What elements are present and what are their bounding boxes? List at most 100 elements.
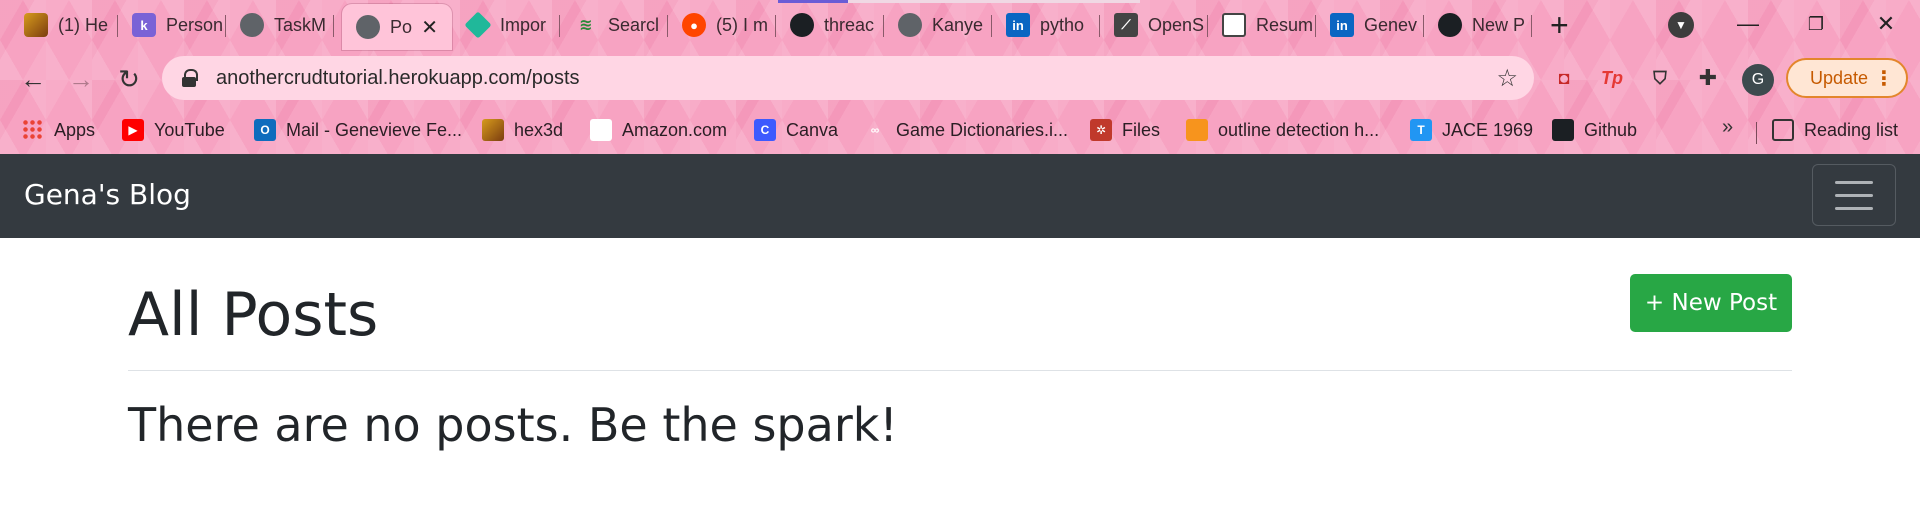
new-tab-button[interactable]: + — [1550, 6, 1569, 44]
tab-search-icon[interactable]: ▼ — [1668, 12, 1694, 38]
tab-label: pytho — [1040, 14, 1085, 35]
tab-13[interactable]: in Genev — [1316, 6, 1424, 44]
tab-loading-track — [848, 0, 1140, 3]
tab-label: OpenS — [1148, 14, 1205, 35]
tab-label: Impor — [500, 14, 547, 35]
extensions-puzzle-icon[interactable]: ✚ — [1692, 62, 1724, 94]
tab-4-active[interactable]: Po ✕ — [342, 4, 452, 50]
game-icon: ∞ — [870, 123, 880, 137]
reload-icon[interactable]: ↻ — [112, 62, 146, 96]
reddit-icon: ● — [682, 13, 706, 37]
bookmark-amazon[interactable]: a Amazon.com — [590, 116, 727, 144]
linkedin-icon: in — [1330, 13, 1354, 37]
bookmark-label: hex3d — [514, 119, 564, 140]
resume-icon — [1222, 13, 1246, 37]
bookmark-apps[interactable]: Apps — [22, 116, 95, 144]
tab-label: Person — [166, 14, 224, 35]
bookmark-mail[interactable]: O Mail - Genevieve Fe... — [254, 116, 462, 144]
document-icon: ⟋ — [1114, 13, 1138, 37]
bookmark-youtube[interactable]: ▶ YouTube — [122, 116, 225, 144]
forward-arrow-icon[interactable]: → — [64, 62, 98, 96]
tab-label: Kanye — [932, 14, 984, 35]
bookmark-hex3d[interactable]: hex3d — [482, 116, 563, 144]
tab-5[interactable]: Impor — [452, 6, 560, 44]
close-tab-icon[interactable]: ✕ — [421, 15, 438, 40]
tp-extension-icon[interactable]: Tp — [1596, 62, 1628, 94]
tab-strip: (1) He k Person TaskM Po ✕ Impor ≋ Searc… — [0, 0, 1920, 50]
minimize-icon[interactable]: — — [1718, 4, 1778, 44]
canva-icon: C — [754, 119, 776, 141]
tab-6[interactable]: ≋ Searcl — [560, 6, 668, 44]
tab-11[interactable]: ⟋ OpenS — [1100, 6, 1208, 44]
hamburger-icon — [1835, 181, 1873, 184]
navbar-toggler-button[interactable] — [1812, 164, 1896, 226]
pocket-extension-icon[interactable]: ◘ — [1548, 62, 1580, 94]
tab-10[interactable]: in pytho — [992, 6, 1100, 44]
amazon-icon: a — [590, 119, 612, 141]
tab-3[interactable]: TaskM — [226, 6, 334, 44]
bookmark-label: Files — [1122, 119, 1161, 140]
tab-12[interactable]: Resum — [1208, 6, 1316, 44]
bookmark-label: Canva — [786, 119, 839, 140]
reading-list-label: Reading list — [1804, 119, 1899, 140]
globe-icon — [898, 13, 922, 37]
update-button-label: Update — [1810, 67, 1869, 88]
tab-label: TaskM — [274, 14, 327, 35]
tab-2[interactable]: k Person — [118, 6, 226, 44]
new-post-button[interactable]: + New Post — [1630, 274, 1792, 332]
linkedin-icon: in — [1006, 13, 1030, 37]
tab-label: New P — [1472, 14, 1526, 35]
tab-14[interactable]: New P — [1424, 6, 1532, 44]
bookmark-label: outline detection h... — [1218, 119, 1380, 140]
tab-label: (1) He — [58, 14, 109, 35]
address-bar-url[interactable]: anothercrudtutorial.herokuapp.com/posts — [216, 67, 580, 90]
bookmark-github[interactable]: Github — [1552, 116, 1637, 144]
reading-list[interactable]: Reading list — [1772, 116, 1898, 144]
bookmark-game-dictionaries[interactable]: ∞ Game Dictionaries.i... — [864, 116, 1068, 144]
window-close-icon[interactable]: ✕ — [1856, 4, 1916, 44]
browser-chrome: (1) He k Person TaskM Po ✕ Impor ≋ Searc… — [0, 0, 1920, 154]
book-icon — [1186, 119, 1208, 141]
outlook-icon: O — [254, 119, 276, 141]
github-icon — [1438, 13, 1462, 37]
k-icon: k — [132, 13, 156, 37]
tab-8[interactable]: threac — [776, 6, 884, 44]
back-arrow-icon[interactable]: ← — [16, 62, 50, 96]
restore-icon[interactable]: ❐ — [1786, 4, 1846, 44]
profile-avatar[interactable]: G — [1742, 64, 1774, 96]
tab-7[interactable]: ● (5) I m — [668, 6, 776, 44]
shield-extension-icon[interactable]: ⛉ — [1644, 62, 1676, 94]
tab-label: threac — [824, 14, 875, 35]
hamburger-icon-bar — [1835, 207, 1873, 210]
bookmark-star-icon[interactable]: ☆ — [1496, 64, 1518, 93]
bookmark-outline-detection[interactable]: outline detection h... — [1186, 116, 1379, 144]
tab-1[interactable]: (1) He — [10, 6, 118, 44]
bookmarks-divider — [1756, 122, 1757, 144]
bookmark-files[interactable]: ✲ Files — [1090, 116, 1160, 144]
apps-grid-icon — [22, 119, 44, 141]
update-button[interactable]: Update ⋮ — [1786, 58, 1908, 98]
tab-label: Genev — [1364, 14, 1418, 35]
tab-9[interactable]: Kanye — [884, 6, 992, 44]
diamond-icon — [464, 11, 492, 39]
hamburger-icon-bar — [1835, 194, 1873, 197]
hex-icon — [24, 13, 48, 37]
bookmark-label: Mail - Genevieve Fe... — [286, 119, 463, 140]
tab-label: (5) I m — [716, 14, 768, 35]
bookmark-jace[interactable]: T JACE 1969 — [1410, 116, 1533, 144]
kebab-menu-icon[interactable]: ⋮ — [1874, 66, 1894, 91]
search-icon: ≋ — [579, 17, 593, 34]
page-title: All Posts — [128, 280, 379, 350]
bookmarks-overflow-icon[interactable]: » — [1722, 116, 1733, 139]
site-navbar: Gena's Blog — [0, 154, 1920, 238]
bookmark-label: Github — [1584, 119, 1638, 140]
lock-icon[interactable] — [182, 69, 198, 87]
jace-icon: T — [1410, 119, 1432, 141]
bookmark-canva[interactable]: C Canva — [754, 116, 838, 144]
github-icon — [1552, 119, 1574, 141]
empty-state-message: There are no posts. Be the spark! — [128, 398, 898, 452]
site-brand-link[interactable]: Gena's Blog — [24, 178, 191, 211]
address-bar[interactable]: anothercrudtutorial.herokuapp.com/posts … — [162, 56, 1534, 100]
header-divider — [128, 370, 1792, 371]
bookmark-label: JACE 1969 — [1442, 119, 1534, 140]
